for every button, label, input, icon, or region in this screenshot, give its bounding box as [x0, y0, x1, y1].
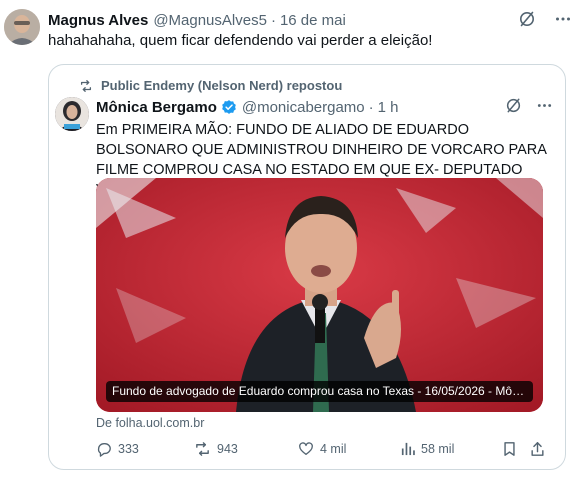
more-dots-icon[interactable]: [536, 97, 553, 114]
repost-icon: [194, 441, 211, 457]
reply-icon: [96, 441, 112, 457]
repost-context[interactable]: Public Endemy (Nelson Nerd) repostou: [79, 78, 342, 93]
separator-dot: ·: [368, 98, 374, 116]
quoted-author-handle[interactable]: @monicabergamo: [242, 99, 365, 116]
bookmark-button[interactable]: [502, 441, 517, 457]
tweet-header: Magnus Alves @MagnusAlves5 · 16 de mai: [48, 10, 572, 30]
author-avatar[interactable]: [4, 9, 40, 45]
repost-button[interactable]: 943: [194, 441, 238, 457]
header-actions: [518, 10, 572, 28]
quoted-header-actions: [505, 97, 553, 114]
like-count: 4 mil: [320, 442, 347, 456]
tweet-text: hahahahaha, quem ficar defendendo vai pe…: [48, 32, 433, 49]
grok-slash-icon[interactable]: [518, 10, 536, 28]
quoted-author-name[interactable]: Mônica Bergamo: [96, 99, 217, 116]
bookmark-icon: [502, 441, 517, 457]
views-bars-icon: [400, 441, 415, 456]
like-button[interactable]: 4 mil: [298, 441, 346, 457]
reply-button[interactable]: 333: [96, 441, 139, 457]
repost-count: 943: [217, 442, 238, 456]
views-button[interactable]: 58 mil: [400, 441, 454, 456]
verified-badge-icon: [221, 99, 237, 115]
repost-label: Public Endemy (Nelson Nerd) repostou: [101, 78, 343, 93]
repost-icon: [79, 79, 93, 93]
share-button[interactable]: [530, 441, 545, 457]
quoted-actions-bar: 333 943 4 mil 58 mil: [96, 441, 550, 461]
separator-dot: ·: [270, 11, 276, 29]
card-photo: [96, 178, 543, 412]
author-handle[interactable]: @MagnusAlves5: [153, 12, 267, 29]
tweet-timestamp[interactable]: 16 de mai: [280, 12, 346, 29]
quoted-timestamp[interactable]: 1 h: [378, 99, 399, 116]
more-dots-icon[interactable]: [554, 10, 572, 28]
quoted-author-avatar[interactable]: [55, 97, 89, 131]
views-count: 58 mil: [421, 441, 455, 456]
link-card-caption[interactable]: Fundo de advogado de Eduardo comprou cas…: [106, 381, 533, 402]
link-card-image[interactable]: Fundo de advogado de Eduardo comprou cas…: [96, 178, 543, 412]
grok-slash-icon[interactable]: [505, 97, 522, 114]
quoted-tweet[interactable]: Public Endemy (Nelson Nerd) repostou Môn…: [48, 64, 566, 470]
quoted-header: Mônica Bergamo @monicabergamo · 1 h: [96, 97, 553, 117]
author-name[interactable]: Magnus Alves: [48, 12, 148, 29]
heart-icon: [298, 441, 314, 457]
link-card-source[interactable]: De folha.uol.com.br: [96, 416, 204, 430]
reply-count: 333: [118, 442, 139, 456]
share-icon: [530, 441, 545, 457]
